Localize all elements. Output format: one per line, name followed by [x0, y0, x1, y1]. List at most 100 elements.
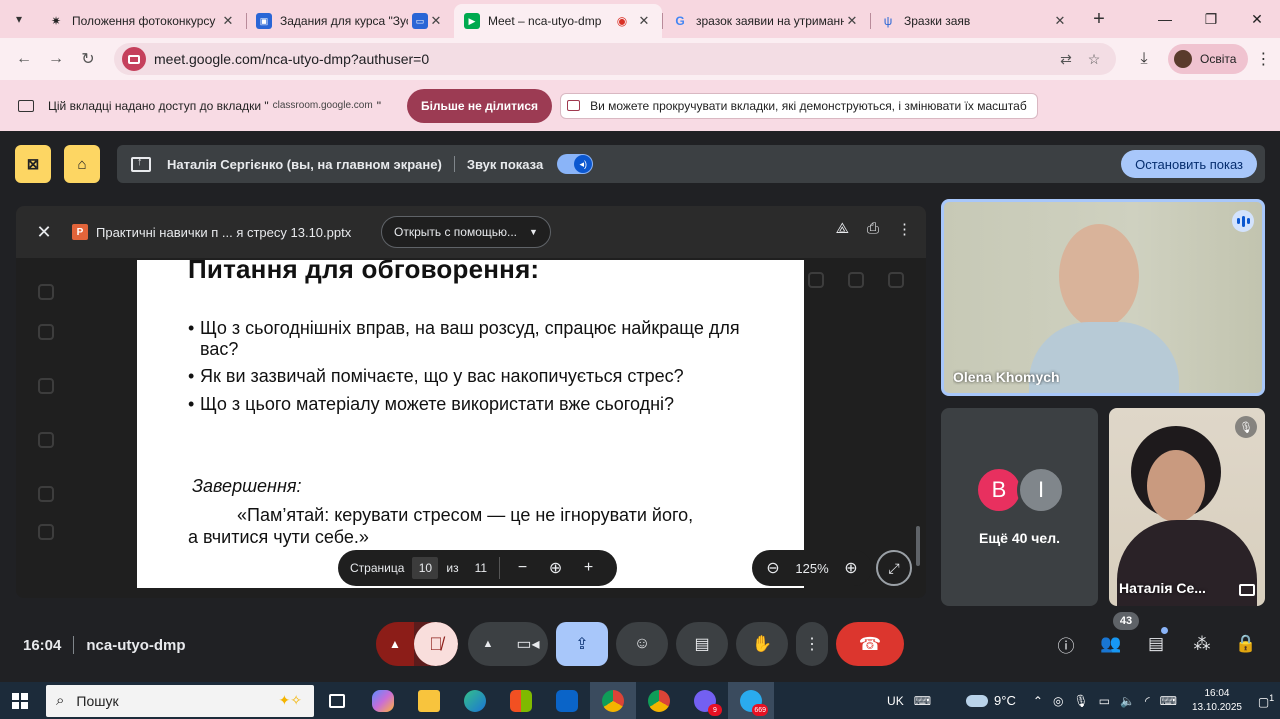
activities-icon[interactable]: ⁂	[1190, 632, 1214, 656]
keyboard-layout-icon[interactable]: ⌨	[1160, 694, 1177, 708]
minimize-icon[interactable]: —	[1142, 0, 1188, 38]
zoom-in-icon[interactable]: ⊕	[838, 558, 864, 578]
meeting-info-icon[interactable]: ⓘ	[1054, 632, 1078, 656]
outlook-icon[interactable]	[544, 682, 590, 719]
volume-icon[interactable]: 🔈	[1120, 694, 1135, 708]
language-indicator[interactable]: UK	[887, 694, 904, 708]
zoom-in-magnifier-icon[interactable]: ⊕	[539, 558, 572, 578]
more-participants-label: Ещё 40 чел.	[979, 530, 1060, 546]
keyboard-icon[interactable]: ⌨	[914, 694, 931, 708]
tab-title: Задания для курса "Зуст	[280, 14, 408, 28]
tab-title: зразок заявии на утримання	[696, 14, 844, 28]
close-icon[interactable]: ✕	[844, 13, 860, 29]
url-text[interactable]: meet.google.com/nca-utyo-dmp?authuser=0	[154, 51, 1052, 67]
chrome-icon[interactable]	[590, 682, 636, 719]
camera-in-use-icon[interactable]: ◎	[1053, 694, 1063, 708]
hide-video-icon[interactable]: ⊠	[15, 145, 51, 183]
download-icon[interactable]: ⤓	[1126, 50, 1162, 68]
file-viewer-header: ✕ P Практичні навички п ... я стресу 13.…	[16, 206, 926, 258]
microphone-in-use-icon[interactable]: 🎙	[1073, 694, 1088, 708]
file-explorer-icon[interactable]	[406, 682, 452, 719]
self-view-tile[interactable]: 🎙 Наталія Се...	[1109, 408, 1265, 606]
close-viewer-icon[interactable]: ✕	[16, 222, 72, 243]
close-icon[interactable]: ✕	[636, 13, 652, 29]
share-audio-toggle[interactable]: ◂)	[557, 154, 594, 174]
profile-button[interactable]: Освіта	[1168, 44, 1249, 74]
task-view-icon[interactable]	[314, 682, 360, 719]
show-hidden-icons-icon[interactable]: ⌃	[1033, 694, 1043, 708]
close-icon[interactable]: ✕	[220, 13, 236, 29]
copilot-icon[interactable]	[360, 682, 406, 719]
door-icon[interactable]: ⌂	[64, 145, 100, 183]
tab-zrazok[interactable]: G зразок заявии на утримання ✕	[662, 4, 870, 38]
site-info-icon[interactable]	[122, 47, 146, 71]
back-icon[interactable]: ←	[8, 43, 40, 75]
mic-off-icon[interactable]: 🎙̸	[414, 622, 458, 666]
stop-sharing-button[interactable]: Більше не ділитися	[406, 88, 553, 123]
weather-widget[interactable]: 9°C	[966, 693, 1016, 708]
page-number-input[interactable]: 10	[412, 557, 439, 579]
forward-icon[interactable]: →	[40, 43, 72, 75]
close-window-icon[interactable]: ✕	[1234, 0, 1280, 38]
tab-search-chevron-icon[interactable]: ▾	[4, 4, 34, 34]
meet-zoom-control: ⊖ 125% ⊕	[752, 550, 872, 586]
more-participants-tile[interactable]: В І Ещё 40 чел.	[941, 408, 1098, 606]
infobar-message: Цій вкладці надано доступ до вкладки "	[48, 98, 269, 113]
close-icon[interactable]: ✕	[1052, 13, 1068, 29]
zoom-out-icon[interactable]: ⊖	[760, 558, 786, 578]
wifi-icon[interactable]: ◜	[1145, 694, 1150, 708]
tab-photocontest[interactable]: ✷ Положення фотоконкурсу ✕	[38, 4, 246, 38]
restore-icon[interactable]: ❐	[1188, 0, 1234, 38]
tab-title: Зразки заяв	[904, 14, 971, 28]
participant-name: Olena Khomych	[953, 369, 1060, 385]
open-with-button[interactable]: Открыть с помощью... ▼	[381, 216, 551, 248]
more-options-button[interactable]: ⋮	[796, 622, 828, 666]
people-icon[interactable]: 👥	[1099, 632, 1123, 656]
address-bar[interactable]: meet.google.com/nca-utyo-dmp?authuser=0 …	[114, 43, 1116, 75]
calendar-icon	[38, 324, 54, 340]
meeting-code: nca-utyo-dmp	[86, 636, 186, 654]
reload-icon[interactable]: ↻	[72, 43, 104, 75]
bookmark-star-icon[interactable]: ☆	[1080, 51, 1108, 68]
store-icon[interactable]	[498, 682, 544, 719]
present-now-button[interactable]: ⇪	[556, 622, 608, 666]
notifications-icon[interactable]: ▢1	[1252, 693, 1280, 709]
telegram-icon[interactable]: 669	[728, 682, 774, 719]
stop-presenting-button[interactable]: Остановить показ	[1121, 150, 1257, 178]
fit-to-frame-icon[interactable]: ⤢	[876, 550, 912, 586]
tab-classroom[interactable]: ▣ Задания для курса "Зуст ▭ ✕	[246, 4, 454, 38]
chrome-profile-icon[interactable]	[636, 682, 682, 719]
picture-in-picture-icon[interactable]	[1239, 584, 1255, 596]
scrollbar[interactable]	[916, 526, 920, 566]
new-tab-button[interactable]: +	[1084, 4, 1114, 34]
system-clock[interactable]: 16:04 13.10.2025	[1192, 687, 1242, 715]
add-to-drive-icon[interactable]: ⟁	[836, 220, 849, 238]
zoom-plus-icon[interactable]: +	[572, 559, 605, 577]
camera-icon[interactable]: ▭◂	[508, 634, 548, 654]
viber-icon[interactable]: 9	[682, 682, 728, 719]
captions-button[interactable]: ▤	[676, 622, 728, 666]
zoom-out-icon[interactable]: −	[506, 559, 539, 577]
slide-bullet: Що з сьогоднішніх вправ, на ваш розсуд, …	[188, 318, 768, 360]
participant-tile-main[interactable]: Olena Khomych	[941, 199, 1265, 396]
print-icon[interactable]: ⎙	[867, 220, 879, 238]
tab-zrazky-zaiav[interactable]: ψ Зразки заяв ✕	[870, 4, 1078, 38]
mic-options-chevron-icon[interactable]: ▲	[376, 622, 414, 666]
close-icon[interactable]: ✕	[428, 13, 444, 29]
profile-label: Освіта	[1200, 52, 1237, 66]
host-controls-icon[interactable]: 🔒	[1234, 632, 1258, 656]
reactions-button[interactable]: ☺	[616, 622, 668, 666]
tab-meet[interactable]: ▶ Meet – nca-utyo-dmp ◉ ✕	[454, 4, 662, 38]
raise-hand-button[interactable]: ✋	[736, 622, 788, 666]
microphone-control: ▲ 🎙̸	[376, 622, 458, 666]
camera-options-chevron-icon[interactable]: ▲	[468, 638, 508, 650]
edge-icon[interactable]	[452, 682, 498, 719]
battery-icon[interactable]: ▭	[1099, 694, 1110, 708]
translate-icon[interactable]: ⇄	[1052, 51, 1080, 68]
browser-menu-icon[interactable]: ⋮	[1248, 49, 1278, 69]
taskbar-search[interactable]: ⌕ Пошук ✦✧	[46, 684, 314, 717]
leave-call-button[interactable]: ☎	[836, 622, 904, 666]
start-button[interactable]	[0, 682, 40, 719]
chat-icon[interactable]: ▤	[1144, 632, 1168, 656]
more-options-icon[interactable]: ⋮	[897, 220, 912, 238]
